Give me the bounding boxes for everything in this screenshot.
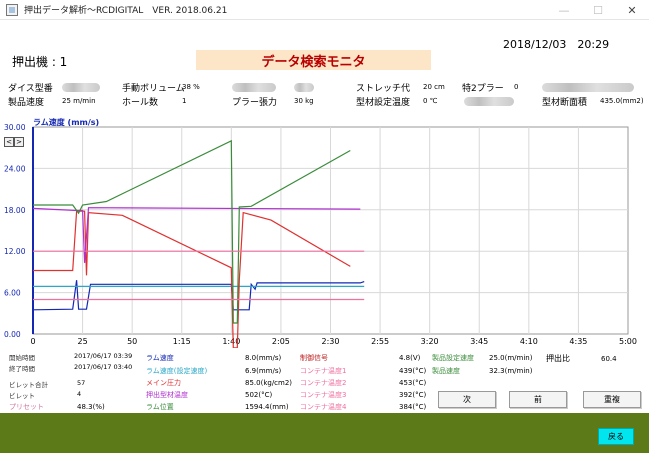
x-tick-label: 0 bbox=[30, 337, 35, 346]
stretch-label: ストレッチ代 bbox=[356, 84, 411, 94]
mold-temp-value: 0 ℃ bbox=[423, 97, 438, 105]
machine-label: 押出機 : 1 bbox=[12, 55, 68, 69]
holes-label: ホール数 bbox=[122, 98, 159, 108]
cont2-value: 453(°C) bbox=[399, 379, 427, 387]
ram-pos-value: 1594.4(mm) bbox=[245, 403, 289, 411]
ratio-label: 押出比 bbox=[546, 354, 570, 363]
x-tick-label: 4:35 bbox=[569, 337, 587, 346]
ratio-value: 60.4 bbox=[601, 355, 617, 363]
area-value: 435.0(mm2) bbox=[600, 97, 644, 105]
window-title: 押出データ解析～RCDIGITAL VER. 2018.06.21 bbox=[24, 6, 228, 16]
x-tick-label: 1:15 bbox=[173, 337, 191, 346]
prod-speed-label: 製品速度 bbox=[432, 367, 460, 375]
billet-value: 4 bbox=[77, 390, 82, 398]
close-button[interactable]: ✕ bbox=[615, 0, 649, 20]
x-tick-label: 2:05 bbox=[272, 337, 290, 346]
main-pressure-label: メイン圧力 bbox=[146, 379, 181, 387]
prod-speed-value: 32.3(m/min) bbox=[489, 367, 533, 375]
puller-label: プラー張力 bbox=[232, 98, 278, 108]
field-redacted-4 bbox=[464, 97, 514, 106]
next-button[interactable]: 次 bbox=[438, 391, 496, 408]
control-label: 制御信号 bbox=[300, 354, 328, 362]
footer-bar bbox=[0, 413, 649, 453]
x-tick-label: 4:10 bbox=[520, 337, 538, 346]
field-redacted-1 bbox=[232, 83, 276, 92]
y-tick-label: 18.00 bbox=[4, 206, 26, 215]
prev-button[interactable]: 前 bbox=[509, 391, 567, 408]
x-tick-label: 3:20 bbox=[421, 337, 439, 346]
overlay-button[interactable]: 重複 bbox=[583, 391, 641, 408]
cont3-label: コンテナ温度3 bbox=[300, 391, 347, 399]
ram-speed-value: 8.0(mm/s) bbox=[245, 354, 282, 362]
die-value-redacted bbox=[62, 83, 100, 92]
mold-temp-label: 型材設定温度 bbox=[356, 98, 411, 108]
ram-set-label: ラム速度(設定速度) bbox=[146, 367, 208, 375]
ram-speed-label: ラム速度 bbox=[146, 354, 174, 362]
preset-label: プリセット bbox=[9, 403, 44, 411]
x-tick-label: 25 bbox=[77, 337, 87, 346]
title-bar: 押出データ解析～RCDIGITAL VER. 2018.06.21 — ☐ ✕ bbox=[0, 0, 649, 20]
trend-chart: 0 25 50 1:15 1:40 2:05 2:30 2:55 3:20 3:45 4:10 4:3… bbox=[0, 116, 649, 348]
control-value: 4.8(V) bbox=[399, 354, 421, 362]
special-value: 0 bbox=[514, 83, 519, 91]
extrude-temp-label: 押出型材温度 bbox=[146, 391, 188, 399]
y-tick-label: 0.00 bbox=[4, 330, 21, 339]
x-tick-label: 50 bbox=[127, 337, 137, 346]
scroll-right-button[interactable]: > bbox=[14, 137, 24, 147]
cont4-value: 384(°C) bbox=[399, 403, 427, 411]
app-icon bbox=[6, 3, 18, 16]
field-redacted-3 bbox=[542, 83, 634, 92]
cont2-label: コンテナ温度2 bbox=[300, 379, 347, 387]
end-value: 2017/06/17 03:40 bbox=[74, 363, 133, 371]
x-tick-label: 2:30 bbox=[322, 337, 340, 346]
cont1-label: コンテナ温度1 bbox=[300, 367, 347, 375]
start-value: 2017/06/17 03:39 bbox=[74, 352, 133, 360]
back-button[interactable]: 戻る bbox=[598, 428, 634, 445]
x-tick-label: 5:00 bbox=[619, 337, 637, 346]
y-tick-label: 24.00 bbox=[4, 164, 26, 173]
field-redacted-2 bbox=[294, 83, 314, 92]
y-tick-label: 6.00 bbox=[4, 289, 21, 298]
billet-label: ビレット bbox=[9, 392, 35, 400]
speed-label: 製品速度 bbox=[8, 98, 45, 108]
datetime: 2018/12/03 20:29 bbox=[503, 38, 610, 51]
chart-title: ラム速度 (mm/s) bbox=[33, 117, 99, 127]
die-label: ダイス型番 bbox=[8, 84, 53, 94]
y-tick-label: 12.00 bbox=[4, 247, 26, 256]
holes-value: 1 bbox=[182, 97, 187, 105]
x-tick-label: 2:55 bbox=[371, 337, 389, 346]
trend-chart-svg: 0 25 50 1:15 1:40 2:05 2:30 2:55 3:20 3:45 4:10 4:3… bbox=[4, 117, 637, 348]
cont3-value: 392(°C) bbox=[399, 391, 427, 399]
prod-set-label: 製品設定速度 bbox=[432, 354, 474, 362]
ram-pos-label: ラム位置 bbox=[146, 403, 174, 411]
speed-value: 25 m/min bbox=[62, 97, 96, 105]
stretch-value: 20 cm bbox=[423, 83, 445, 91]
billet-total-value: 57 bbox=[77, 379, 86, 387]
x-tick-label: 3:45 bbox=[470, 337, 488, 346]
maximize-button[interactable]: ☐ bbox=[581, 0, 615, 20]
main-pressure-value: 85.0(kg/cm2) bbox=[245, 379, 293, 387]
monitor-banner: データ検索モニタ bbox=[196, 50, 431, 70]
extrude-temp-value: 502(°C) bbox=[245, 391, 273, 399]
special-label: 特2プラー bbox=[462, 84, 504, 94]
preset-value: 48.3(%) bbox=[77, 403, 105, 411]
manual-label: 手動ボリューム bbox=[122, 84, 185, 94]
billet-total-label: ビレット合計 bbox=[9, 381, 48, 389]
app-window: 押出データ解析～RCDIGITAL VER. 2018.06.21 — ☐ ✕ … bbox=[0, 0, 649, 453]
cont1-value: 439(°C) bbox=[399, 367, 427, 375]
end-label: 終了時間 bbox=[9, 365, 35, 373]
cont4-label: コンテナ温度4 bbox=[300, 403, 347, 411]
scroll-left-button[interactable]: < bbox=[4, 137, 14, 147]
manual-value: 38 % bbox=[182, 83, 200, 91]
prod-set-value: 25.0(m/min) bbox=[489, 354, 533, 362]
puller-value: 30 kg bbox=[294, 97, 314, 105]
start-label: 開始時間 bbox=[9, 354, 35, 362]
minimize-button[interactable]: — bbox=[547, 0, 581, 20]
y-tick-label: 30.00 bbox=[4, 123, 26, 132]
ram-set-value: 6.9(mm/s) bbox=[245, 367, 282, 375]
area-label: 型材断面積 bbox=[542, 98, 588, 108]
